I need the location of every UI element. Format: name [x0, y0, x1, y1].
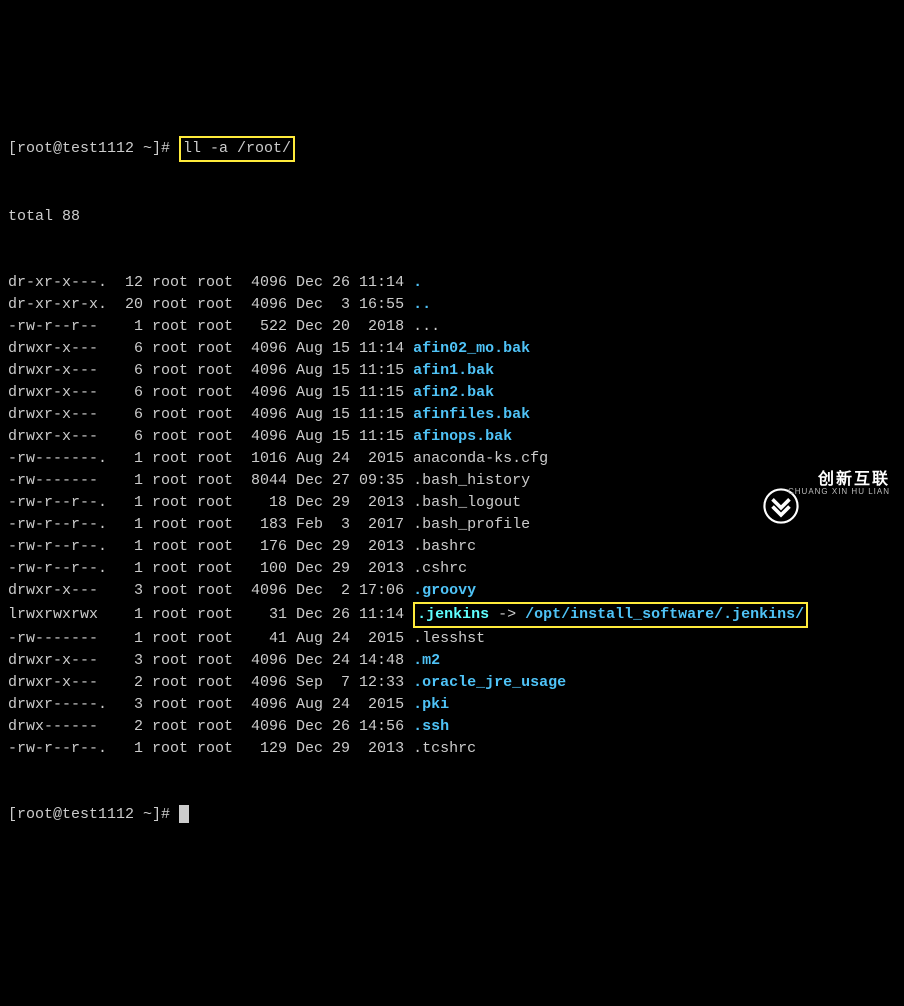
file-name: afinfiles.bak [413, 406, 530, 423]
listing-row: dr-xr-x---. 12 root root 4096 Dec 26 11:… [8, 272, 896, 294]
listing-row: -rw-r--r-- 1 root root 522 Dec 20 2018 .… [8, 316, 896, 338]
command-highlight: ll -a /root/ [179, 136, 295, 162]
listing-row: dr-xr-xr-x. 20 root root 4096 Dec 3 16:5… [8, 294, 896, 316]
file-name: ... [413, 318, 440, 335]
file-name: afin02_mo.bak [413, 340, 530, 357]
listing-row: drwxr-x--- 3 root root 4096 Dec 24 14:48… [8, 650, 896, 672]
file-name: . [413, 274, 422, 291]
prompt-line: [root@test1112 ~]# ll -a /root/ [8, 136, 896, 162]
file-name: afin2.bak [413, 384, 494, 401]
prompt-text: [root@test1112 ~]# [8, 140, 179, 157]
cursor-block [179, 805, 189, 823]
watermark-cn: 创新互联 [788, 472, 890, 488]
prompt-text-2: [root@test1112 ~]# [8, 806, 179, 823]
listing-row: drwxr-x--- 6 root root 4096 Aug 15 11:14… [8, 338, 896, 360]
file-name: .bashrc [413, 538, 476, 555]
second-prompt-line[interactable]: [root@test1112 ~]# [8, 804, 896, 826]
file-name: .m2 [413, 652, 440, 669]
symlink-highlight: .jenkins -> /opt/install_software/.jenki… [413, 602, 808, 628]
listing-row: -rw-r--r--. 1 root root 176 Dec 29 2013 … [8, 536, 896, 558]
file-name: .. [413, 296, 431, 313]
listing-row: drwxr-x--- 6 root root 4096 Aug 15 11:15… [8, 360, 896, 382]
watermark-logo-icon [746, 466, 782, 502]
file-name: .tcshrc [413, 740, 476, 757]
listing-row: -rw-r--r--. 1 root root 100 Dec 29 2013 … [8, 558, 896, 580]
file-name: .lesshst [413, 630, 485, 647]
file-name: .bash_logout [413, 494, 521, 511]
watermark: 创新互联 CHUANG XIN HU LIAN [746, 466, 890, 502]
file-name: .groovy [413, 582, 476, 599]
file-name: .oracle_jre_usage [413, 674, 566, 691]
file-name: .bash_history [413, 472, 530, 489]
file-name: .cshrc [413, 560, 467, 577]
listing-row: drwxr-x--- 3 root root 4096 Dec 2 17:06 … [8, 580, 896, 602]
listing-row: drwxr-x--- 6 root root 4096 Aug 15 11:15… [8, 404, 896, 426]
file-name: .pki [413, 696, 449, 713]
total-line: total 88 [8, 206, 896, 228]
listing-row: drwxr-x--- 6 root root 4096 Aug 15 11:15… [8, 382, 896, 404]
file-name: .bash_profile [413, 516, 530, 533]
listing-row: drwxr-x--- 6 root root 4096 Aug 15 11:15… [8, 426, 896, 448]
listing-row: drwx------ 2 root root 4096 Dec 26 14:56… [8, 716, 896, 738]
file-name: afinops.bak [413, 428, 512, 445]
watermark-py: CHUANG XIN HU LIAN [788, 488, 890, 496]
listing-row: lrwxrwxrwx 1 root root 31 Dec 26 11:14 .… [8, 602, 896, 628]
listing-row: drwxr-----. 3 root root 4096 Aug 24 2015… [8, 694, 896, 716]
listing-row: drwxr-x--- 2 root root 4096 Sep 7 12:33 … [8, 672, 896, 694]
listing-row: -rw------- 1 root root 41 Aug 24 2015 .l… [8, 628, 896, 650]
symlink-target: /opt/install_software/.jenkins/ [525, 606, 804, 623]
file-name: .ssh [413, 718, 449, 735]
file-name: anaconda-ks.cfg [413, 450, 548, 467]
file-name: .jenkins [417, 606, 489, 623]
listing-row: -rw-r--r--. 1 root root 129 Dec 29 2013 … [8, 738, 896, 760]
file-name: afin1.bak [413, 362, 494, 379]
